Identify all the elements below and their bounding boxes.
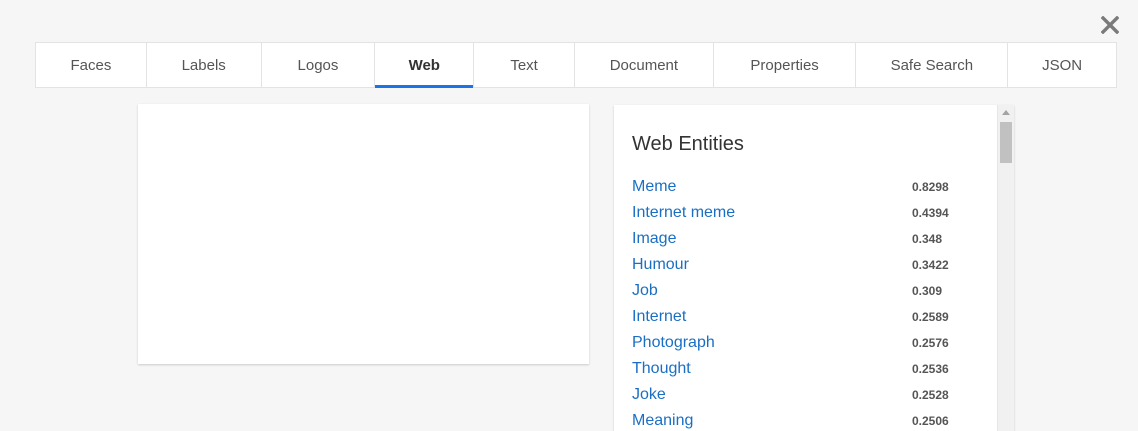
entity-score: 0.8298: [912, 180, 949, 194]
scroll-thumb[interactable]: [1000, 122, 1012, 163]
tab-faces[interactable]: Faces: [36, 43, 147, 87]
close-icon: [1101, 16, 1119, 34]
entity-link[interactable]: Thought: [632, 360, 691, 378]
list-item: Photograph 0.2576: [632, 330, 952, 356]
list-item: Internet 0.2589: [632, 304, 952, 330]
entity-score: 0.2589: [912, 310, 949, 324]
entity-link[interactable]: Image: [632, 230, 676, 248]
tab-labels[interactable]: Labels: [147, 43, 262, 87]
feature-tabs: Faces Labels Logos Web Text Document Pro…: [35, 42, 1117, 88]
entity-score: 0.3422: [912, 258, 949, 272]
entity-score: 0.2536: [912, 362, 949, 376]
list-item: Job 0.309: [632, 278, 952, 304]
entity-link[interactable]: Humour: [632, 256, 689, 274]
entity-link[interactable]: Internet meme: [632, 204, 735, 222]
list-item: Image 0.348: [632, 226, 952, 252]
web-entities-panel: Web Entities Meme 0.8298 Internet meme 0…: [614, 105, 1014, 431]
close-button[interactable]: [1098, 13, 1122, 37]
entity-link[interactable]: Internet: [632, 308, 686, 326]
list-item: Humour 0.3422: [632, 252, 952, 278]
entity-score: 0.348: [912, 232, 943, 246]
entity-link[interactable]: Joke: [632, 386, 666, 404]
entity-score: 0.4394: [912, 206, 949, 220]
list-item: Meme 0.8298: [632, 174, 952, 200]
entity-link[interactable]: Meme: [632, 178, 676, 196]
entity-list: Meme 0.8298 Internet meme 0.4394 Image 0…: [632, 174, 952, 431]
results-scrollbar[interactable]: [997, 105, 1014, 431]
image-preview: [138, 104, 589, 364]
entity-link[interactable]: Job: [632, 282, 658, 300]
vision-results-dialog: Faces Labels Logos Web Text Document Pro…: [0, 0, 1138, 431]
list-item: Thought 0.2536: [632, 356, 952, 382]
panel-title: Web Entities: [632, 133, 744, 155]
list-item: Meaning 0.2506: [632, 408, 952, 431]
entity-link[interactable]: Meaning: [632, 412, 693, 430]
tab-logos[interactable]: Logos: [262, 43, 376, 87]
list-item: Internet meme 0.4394: [632, 200, 952, 226]
tab-text[interactable]: Text: [474, 43, 575, 87]
entity-score: 0.2506: [912, 414, 949, 428]
tab-properties[interactable]: Properties: [714, 43, 857, 87]
tab-json[interactable]: JSON: [1008, 43, 1116, 87]
tab-web[interactable]: Web: [375, 43, 475, 88]
scroll-up-arrow-icon[interactable]: [1002, 110, 1010, 115]
tab-document[interactable]: Document: [575, 43, 714, 87]
tab-safe-search[interactable]: Safe Search: [856, 43, 1009, 87]
list-item: Joke 0.2528: [632, 382, 952, 408]
entity-score: 0.309: [912, 284, 943, 298]
entity-link[interactable]: Photograph: [632, 334, 715, 352]
entity-score: 0.2576: [912, 336, 949, 350]
entity-score: 0.2528: [912, 388, 949, 402]
